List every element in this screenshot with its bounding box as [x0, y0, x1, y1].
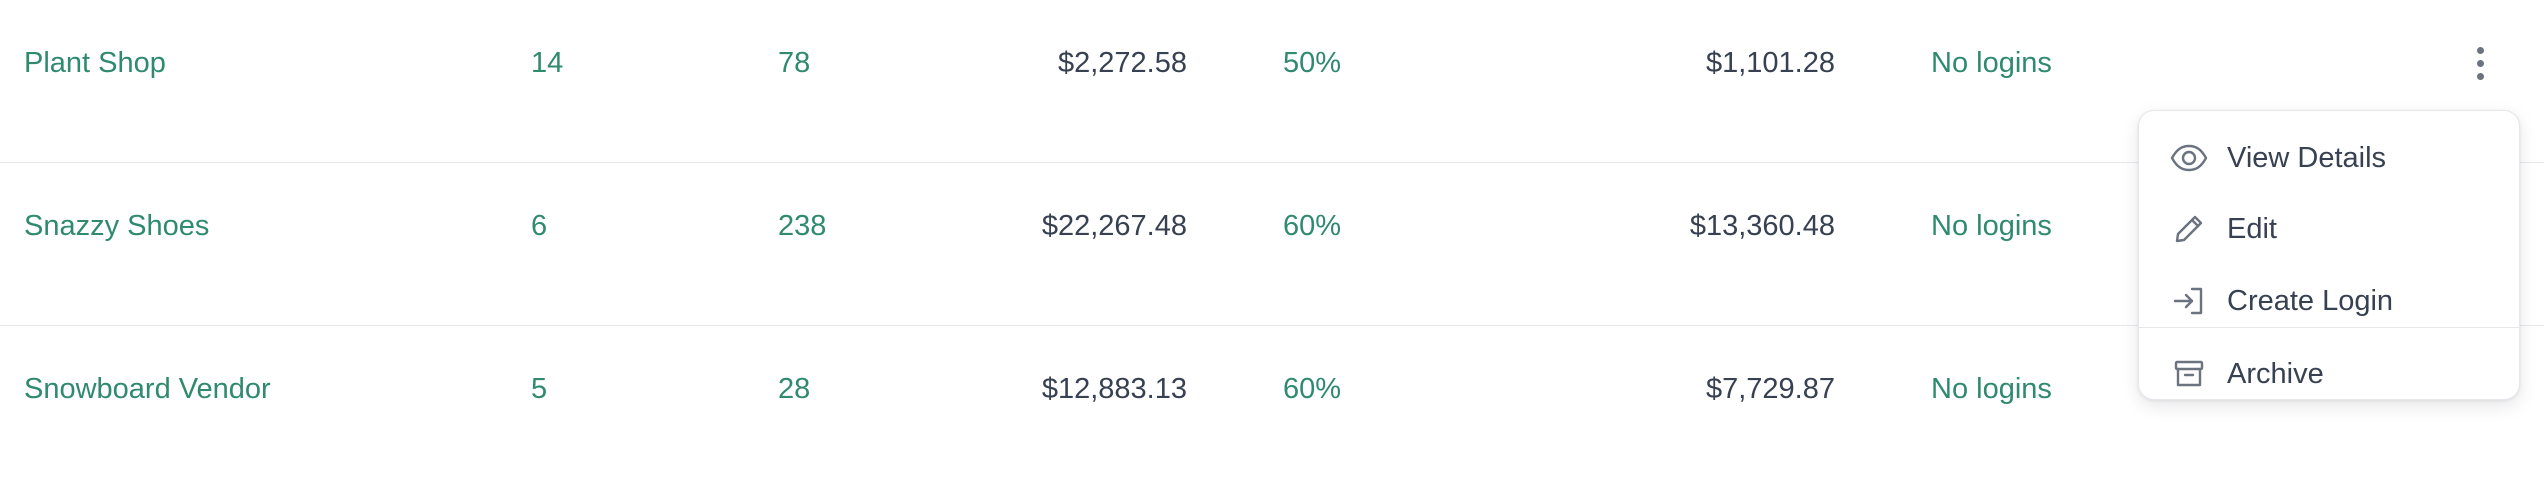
archive-menu-item[interactable]: Archive: [2139, 342, 2519, 406]
edit-label: Edit: [2227, 212, 2277, 245]
menu-divider: [2139, 327, 2519, 328]
logins-status[interactable]: No logins: [1931, 163, 2052, 289]
count-a-link[interactable]: 5: [531, 326, 547, 452]
count-b-link[interactable]: 78: [778, 0, 810, 126]
vendor-name-link[interactable]: Snowboard Vendor: [24, 326, 271, 452]
percentage-link[interactable]: 60%: [1283, 163, 1341, 289]
count-a-link[interactable]: 6: [531, 163, 547, 289]
vendor-name-link[interactable]: Plant Shop: [24, 0, 166, 126]
percentage-link[interactable]: 60%: [1283, 326, 1341, 452]
view-details-menu-item[interactable]: View Details: [2139, 126, 2519, 190]
pencil-icon: [2169, 209, 2209, 249]
amount-cell: $12,883.13: [1041, 372, 1187, 405]
amount-cell: $2,272.58: [1057, 46, 1187, 79]
archive-label: Archive: [2227, 357, 2324, 390]
secondary-amount-cell: $13,360.48: [1689, 209, 1835, 242]
secondary-amount-cell: $1,101.28: [1705, 46, 1835, 79]
archive-box-icon: [2169, 354, 2209, 394]
more-vertical-icon: [2476, 46, 2484, 80]
sign-in-arrow-icon: [2169, 281, 2209, 321]
count-a-link[interactable]: 14: [531, 0, 563, 126]
create-login-label: Create Login: [2227, 284, 2394, 317]
row-actions-button[interactable]: [2460, 38, 2500, 88]
logins-status[interactable]: No logins: [1931, 0, 2052, 126]
secondary-amount-cell: $7,729.87: [1705, 372, 1835, 405]
logins-status[interactable]: No logins: [1931, 326, 2052, 452]
eye-icon: [2169, 138, 2209, 178]
row-actions-menu: View Details Edit Create Login Archive: [2138, 110, 2520, 400]
percentage-link[interactable]: 50%: [1283, 0, 1341, 126]
amount-cell: $22,267.48: [1041, 209, 1187, 242]
create-login-menu-item[interactable]: Create Login: [2139, 269, 2519, 333]
edit-menu-item[interactable]: Edit: [2139, 197, 2519, 261]
vendor-name-link[interactable]: Snazzy Shoes: [24, 163, 209, 289]
count-b-link[interactable]: 238: [778, 163, 826, 289]
view-details-label: View Details: [2227, 141, 2387, 174]
count-b-link[interactable]: 28: [778, 326, 810, 452]
